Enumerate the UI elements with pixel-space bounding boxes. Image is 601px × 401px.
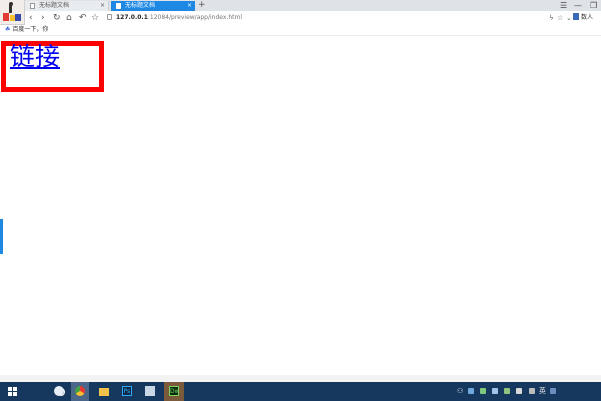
profile-button[interactable]: 数人 (573, 13, 601, 23)
page-info-icon (107, 14, 112, 20)
new-tab-button[interactable]: + (198, 0, 206, 11)
bookmarks-bar: ☘ 百度一下，你 (0, 25, 601, 36)
browser-icon[interactable] (71, 382, 89, 401)
url-path: :12084/preview/app/index.html (147, 14, 242, 21)
monitor-icon[interactable] (550, 388, 557, 394)
document-icon (30, 3, 35, 9)
tab-strip: 无标题文档 × 无标题文档 × + ☰ — ❐ (0, 0, 601, 11)
lightning-icon[interactable]: ϟ (549, 11, 554, 25)
display-icon[interactable] (491, 388, 498, 394)
file-explorer-icon[interactable] (50, 382, 68, 401)
status-bar (0, 375, 601, 382)
navigation-bar: ‹ › ↻ ⌂ ↶ ☆ 127.0.0.1:12084/preview/app/… (0, 11, 601, 26)
document-icon (116, 3, 121, 9)
bookmark-baidu[interactable]: ☘ 百度一下，你 (5, 25, 48, 35)
home-button[interactable]: ⌂ (66, 11, 72, 25)
tab-inactive[interactable]: 无标题文档 × (25, 1, 109, 11)
profile-icon (573, 13, 579, 20)
address-bar[interactable]: 127.0.0.1:12084/preview/app/index.html (107, 13, 242, 23)
document-icon[interactable] (141, 382, 159, 401)
ime-indicator[interactable]: 英 (539, 387, 546, 395)
system-tray: ⚇ 英 (457, 382, 558, 401)
network-icon[interactable] (516, 388, 523, 394)
volume-icon[interactable] (528, 388, 535, 394)
minimize-button[interactable]: — (574, 0, 582, 11)
dreamweaver-icon[interactable]: Dw (164, 382, 184, 401)
app-tray-icon[interactable] (479, 388, 486, 394)
bookmark-label: 百度一下，你 (12, 26, 49, 33)
user-avatar[interactable] (0, 0, 25, 25)
taskbar: Ps Dw ⚇ 英 (0, 382, 601, 401)
tab-label: 无标题文档 (125, 2, 156, 9)
bookmark-star-icon[interactable]: ☆ (91, 11, 99, 25)
close-tab-icon[interactable]: × (100, 1, 105, 11)
photoshop-icon[interactable]: Ps (118, 382, 136, 401)
profile-label: 数人 (581, 14, 594, 21)
restore-button[interactable]: ❐ (590, 0, 597, 11)
folder-icon[interactable] (95, 382, 113, 401)
close-tab-icon[interactable]: × (187, 1, 192, 11)
tab-active[interactable]: 无标题文档 × (111, 1, 195, 11)
chevron-down-icon[interactable]: ⌄ (566, 11, 572, 25)
url-host: 127.0.0.1 (116, 14, 148, 21)
forward-button[interactable]: › (41, 11, 45, 25)
side-panel-handle[interactable] (0, 219, 3, 254)
windows-start-icon[interactable] (4, 382, 17, 401)
avatar-icon (0, 0, 24, 24)
favorite-star-icon[interactable]: ☆ (557, 11, 563, 25)
back-button[interactable]: ‹ (29, 11, 33, 25)
people-icon[interactable]: ⚇ (457, 387, 463, 395)
wechat-icon[interactable] (504, 388, 511, 394)
baidu-paw-icon: ☘ (5, 26, 11, 33)
tab-label: 无标题文档 (39, 2, 70, 9)
page-viewport: 链接 (0, 36, 601, 375)
undo-close-button[interactable]: ↶ (79, 11, 87, 25)
search-icon[interactable] (26, 382, 65, 401)
menu-icon[interactable]: ☰ (560, 0, 567, 11)
shield-icon[interactable] (467, 388, 474, 394)
reload-button[interactable]: ↻ (53, 11, 61, 25)
link-anchor[interactable]: 链接 (10, 42, 60, 72)
